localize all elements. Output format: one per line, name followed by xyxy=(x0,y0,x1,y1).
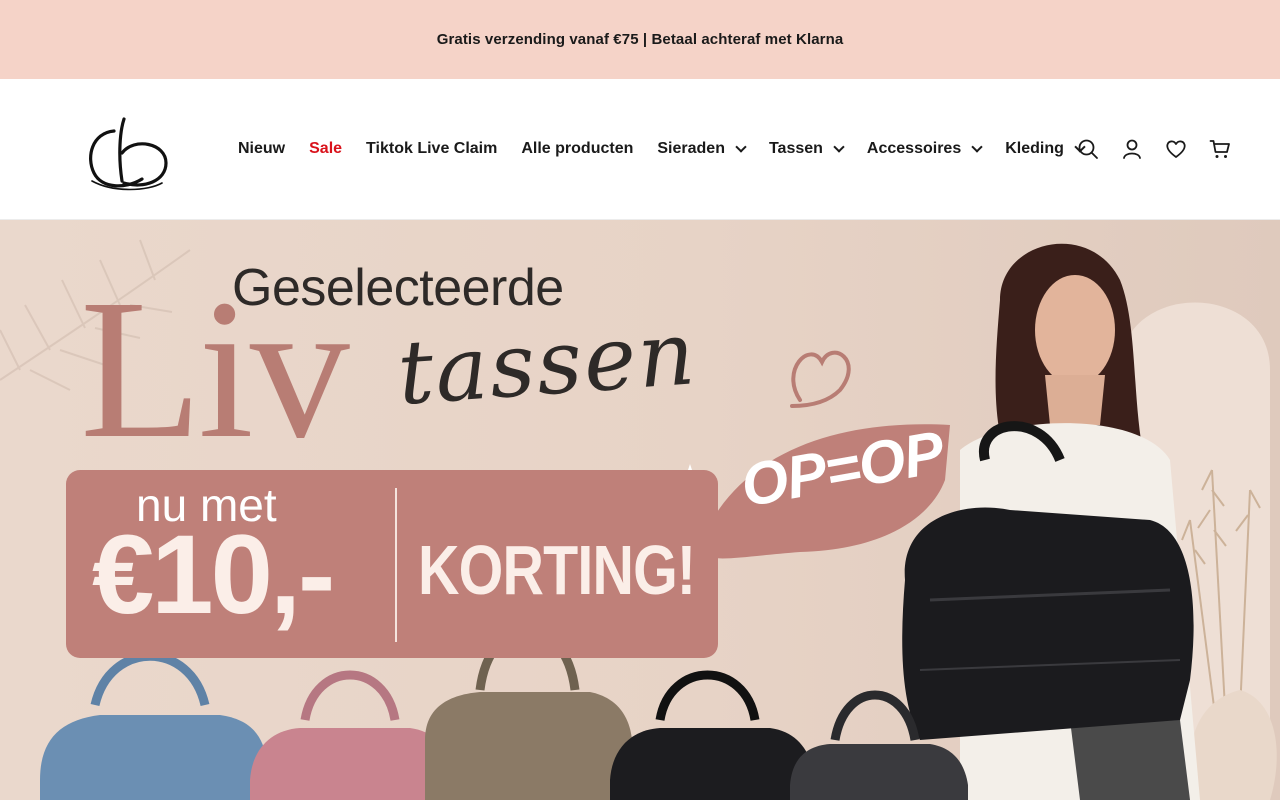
hero-script-word: tassen xyxy=(394,301,700,425)
wishlist-icon[interactable] xyxy=(1164,137,1188,161)
logo[interactable] xyxy=(84,117,172,191)
nav-label: Sieraden xyxy=(657,140,725,157)
nav-label: Sale xyxy=(309,140,343,157)
nav-item-sieraden[interactable]: Sieraden xyxy=(657,140,747,158)
site-header: Nieuw Sale Tiktok Live Claim Alle produc… xyxy=(0,79,1280,220)
announcement-text: Gratis verzending vanaf €75 | Betaal ach… xyxy=(436,31,844,48)
nav-item-sale[interactable]: Sale xyxy=(309,140,342,158)
hero-headline: Geselecteerde xyxy=(232,259,564,317)
chevron-down-icon xyxy=(735,140,747,153)
announcement-bar: Gratis verzending vanaf €75 | Betaal ach… xyxy=(0,0,1280,79)
promo-suffix: KORTING! xyxy=(418,531,696,609)
nav-label: Nieuw xyxy=(238,140,286,157)
chevron-down-icon xyxy=(971,140,983,153)
account-icon[interactable] xyxy=(1120,137,1144,161)
nav-item-tiktok-live-claim[interactable]: Tiktok Live Claim xyxy=(366,140,497,158)
promo-divider xyxy=(395,488,397,642)
cart-icon[interactable] xyxy=(1208,137,1232,161)
header-icons xyxy=(1056,137,1232,161)
nav-item-accessoires[interactable]: Accessoires xyxy=(866,140,983,158)
hero-banner[interactable]: Liv Geselecteerde tassen nu met €10,- KO… xyxy=(0,220,1280,800)
nav-label: Accessoires xyxy=(866,140,962,157)
nav-label: Alle producten xyxy=(521,140,634,157)
chevron-down-icon xyxy=(833,140,845,153)
heart-doodle xyxy=(790,350,851,408)
main-nav: Nieuw Sale Tiktok Live Claim Alle produc… xyxy=(238,137,1108,161)
nav-label: Tiktok Live Claim xyxy=(366,140,498,157)
nav-item-nieuw[interactable]: Nieuw xyxy=(238,140,285,158)
nav-item-alle-producten[interactable]: Alle producten xyxy=(521,140,633,158)
search-icon[interactable] xyxy=(1076,137,1100,161)
nav-label: Tassen xyxy=(768,140,823,157)
nav-item-tassen[interactable]: Tassen xyxy=(768,140,845,158)
promo-amount: €10,- xyxy=(92,512,335,637)
